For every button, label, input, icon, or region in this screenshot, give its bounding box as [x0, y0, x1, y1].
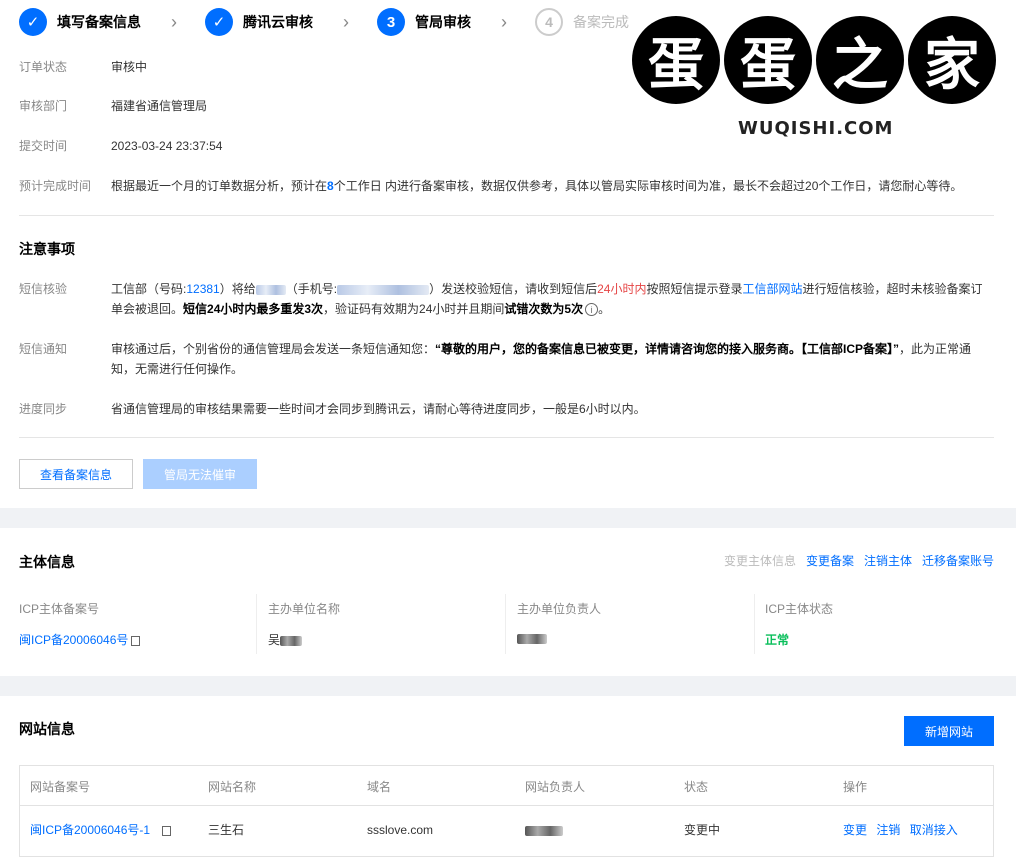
org-name: 吴: [268, 633, 281, 647]
add-site-button[interactable]: 新增网站: [904, 716, 994, 746]
review-dept-value: 福建省通信管理局: [111, 99, 208, 113]
col-header: 网站备案号: [30, 780, 91, 794]
icp-status-value: 正常: [765, 633, 790, 647]
site-name: 三生石: [208, 823, 245, 837]
notice-title: 注意事项: [19, 241, 75, 257]
col-header: 状态: [684, 780, 709, 794]
icp-status-col: ICP主体状态 正常: [765, 594, 985, 654]
field-label: 短信核验: [19, 282, 68, 296]
site-table: 网站备案号 网站名称 域名 网站负责人 状态 操作 闽ICP备20006046号…: [19, 765, 994, 857]
blurred-org-name: [280, 635, 303, 646]
col-header: 网站名称: [208, 780, 257, 794]
order-status-row: 订单状态 审核中: [19, 57, 147, 77]
step-label: 填写备案信息: [57, 14, 141, 30]
blurred-name: [255, 284, 286, 295]
site-info-title: 网站信息: [19, 721, 75, 737]
col-header: 主办单位负责人: [517, 602, 602, 616]
col-header: ICP主体备案号: [19, 602, 100, 616]
check-icon: ✓: [19, 8, 47, 36]
eta-row: 预计完成时间 根据最近一个月的订单数据分析，预计在8个工作日 内进行备案审核，数…: [19, 176, 962, 196]
eta-value: 根据最近一个月的订单数据分析，预计在8个工作日 内进行备案审核，数据仅供参考，具…: [111, 179, 963, 193]
blurred-phone: [337, 284, 430, 295]
migrate-account-link[interactable]: 迁移备案账号: [922, 552, 994, 569]
site-status[interactable]: 变更中: [684, 820, 720, 840]
step-label: 备案完成: [573, 14, 629, 30]
urge-review-button[interactable]: 管局无法催审: [143, 459, 257, 489]
icp-subject-number-col: ICP主体备案号 闽ICP备20006046号: [19, 594, 257, 654]
phone-12381-link[interactable]: 12381: [186, 282, 219, 296]
sms-notify-text: 审核通过后，个别省份的通信管理局会发送一条短信通知您：“尊敬的用户，您的备案信息…: [111, 342, 972, 376]
review-dept-row: 审核部门 福建省通信管理局: [19, 96, 207, 116]
watermark-char: 家: [908, 16, 996, 104]
subject-actions: 变更主体信息 变更备案 注销主体 迁移备案账号: [724, 552, 994, 569]
site-icp-number[interactable]: 闽ICP备20006046号-1: [30, 823, 150, 837]
sync-text: 省通信管理局的审核结果需要一些时间才会同步到腾讯云，请耐心等待进度同步，一般是6…: [111, 402, 646, 416]
cancel-subject-link[interactable]: 注销主体: [864, 552, 912, 569]
divider: [19, 437, 994, 438]
blurred-site-owner: [525, 825, 563, 836]
divider: [19, 215, 994, 216]
watermark-char: 蛋: [724, 16, 812, 104]
copy-icon[interactable]: [162, 825, 172, 836]
col-header: 网站负责人: [525, 780, 586, 794]
change-filing-link[interactable]: 变更备案: [806, 552, 854, 569]
submit-time-value: 2023-03-24 23:37:54: [111, 139, 223, 153]
site-domain: ssslove.com: [367, 823, 434, 837]
watermark-char: 蛋: [632, 16, 720, 104]
col-header: 主办单位名称: [268, 602, 341, 616]
cancel-site-link[interactable]: 注销: [876, 823, 900, 837]
step-number: 4: [535, 8, 563, 36]
chevron-right-icon: ›: [343, 11, 349, 32]
change-site-link[interactable]: 变更: [843, 823, 867, 837]
step-tencent-review: ✓ 腾讯云审核: [205, 8, 313, 36]
sms-verify-row: 短信核验 工信部（号码:12381）将给 （手机号: ）发送校验短信，请收到短信后2…: [19, 279, 991, 319]
org-name-col: 主办单位名称 吴: [268, 594, 506, 654]
sms-notify-row: 短信通知 审核通过后，个别省份的通信管理局会发送一条短信通知您：“尊敬的用户，您…: [19, 339, 991, 379]
field-label: 预计完成时间: [19, 179, 92, 193]
step-fill-info: ✓ 填写备案信息: [19, 8, 141, 36]
miit-website-link[interactable]: 工信部网站: [742, 282, 802, 296]
sync-row: 进度同步 省通信管理局的审核结果需要一些时间才会同步到腾讯云，请耐心等待进度同步…: [19, 399, 991, 419]
step-label: 腾讯云审核: [243, 14, 313, 30]
chevron-right-icon: ›: [501, 11, 507, 32]
col-header: ICP主体状态: [765, 602, 834, 616]
cancel-access-link[interactable]: 取消接入: [910, 823, 958, 837]
table-header: 网站备案号 网站名称 域名 网站负责人 状态 操作: [20, 766, 993, 806]
field-label: 提交时间: [19, 139, 68, 153]
col-header: 域名: [367, 780, 392, 794]
chevron-right-icon: ›: [171, 11, 177, 32]
step-number: 3: [377, 8, 405, 36]
info-icon[interactable]: i: [585, 303, 599, 317]
step-complete: 4 备案完成: [535, 8, 629, 36]
sms-verify-text: 工信部（号码:12381）将给 （手机号: ）发送校验短信，请收到短信后24小时内按…: [111, 282, 983, 317]
field-label: 订单状态: [19, 60, 68, 74]
field-label: 短信通知: [19, 342, 68, 356]
order-status-value: 审核中: [111, 60, 148, 74]
watermark-char: 之: [816, 16, 904, 104]
copy-icon[interactable]: [131, 635, 141, 646]
step-label: 管局审核: [415, 14, 471, 30]
check-icon: ✓: [205, 8, 233, 36]
blurred-owner: [517, 633, 547, 644]
field-label: 进度同步: [19, 402, 68, 416]
step-bureau-review: 3 管局审核: [377, 8, 471, 36]
field-label: 审核部门: [19, 99, 68, 113]
submit-time-row: 提交时间 2023-03-24 23:37:54: [19, 136, 222, 156]
watermark-text: WUQISHI.COM: [738, 118, 894, 139]
icp-subject-number[interactable]: 闽ICP备20006046号: [19, 633, 128, 647]
change-subject-info-link[interactable]: 变更主体信息: [724, 552, 796, 569]
review-progress-card: ✓ 填写备案信息 › ✓ 腾讯云审核 › 3 管局审核 › 4 备案完成 蛋 蛋…: [0, 0, 1016, 508]
col-header: 操作: [843, 780, 868, 794]
org-owner-col: 主办单位负责人: [517, 594, 755, 654]
progress-steps: ✓ 填写备案信息 › ✓ 腾讯云审核 › 3 管局审核 › 4 备案完成: [19, 7, 629, 37]
subject-info-title: 主体信息: [19, 554, 75, 570]
watermark-logo: 蛋 蛋 之 家 WUQISHI.COM: [632, 16, 996, 146]
view-filing-info-button[interactable]: 查看备案信息: [19, 459, 133, 489]
